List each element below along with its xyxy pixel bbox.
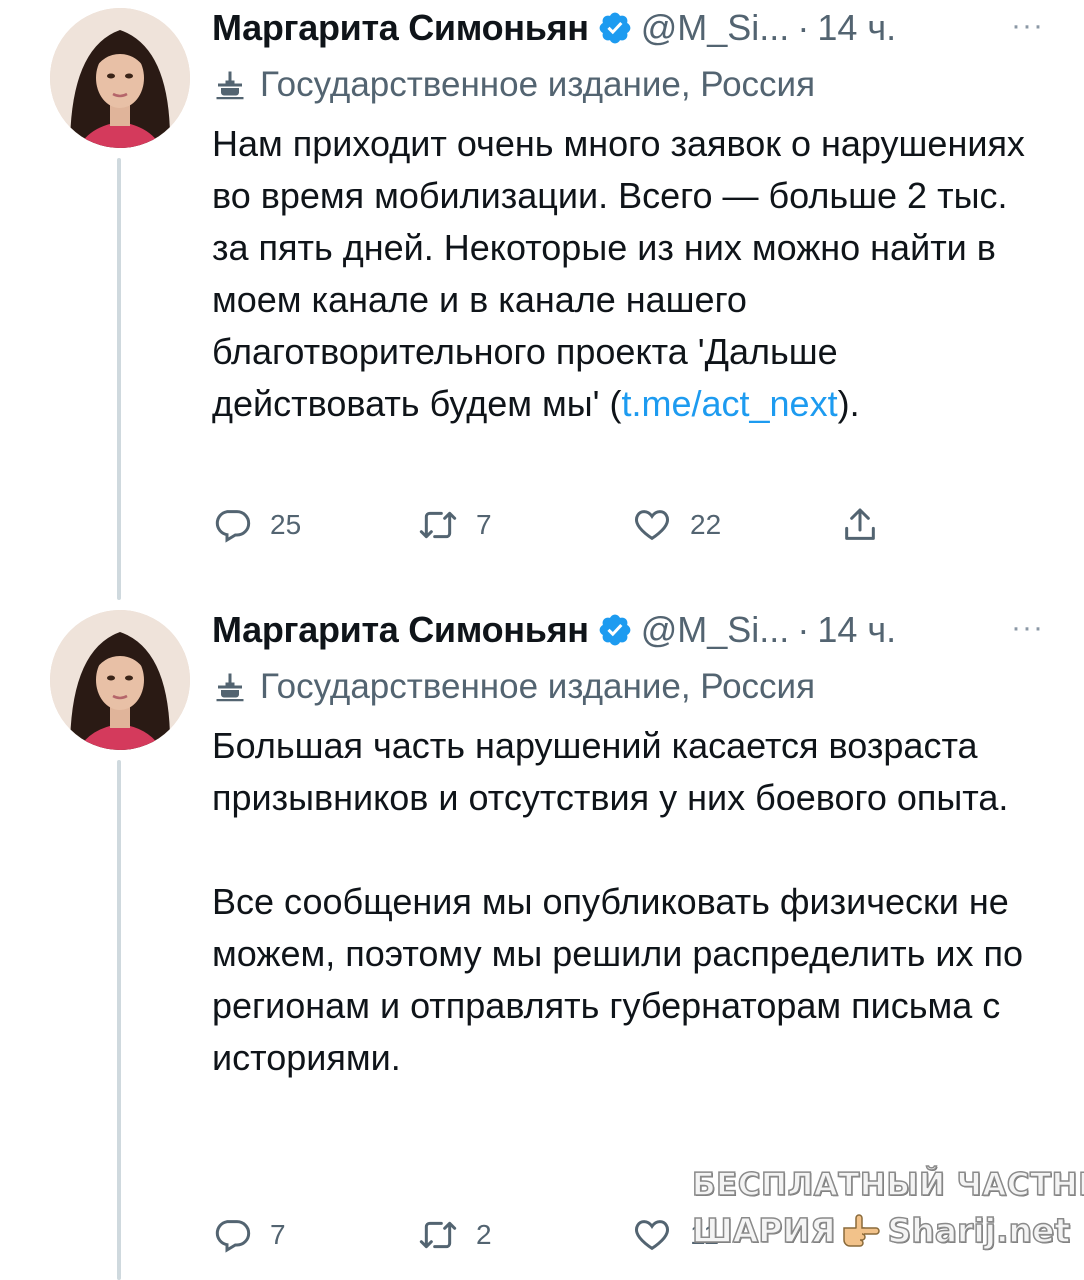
tweet-actions: 25 7 22 [212,500,892,550]
separator-dot: · [797,7,810,48]
author-handle[interactable]: @M_Si... [641,7,790,49]
tweet-header: Маргарита Симоньян @M_Si... · 14 ч. ··· [212,606,1044,654]
retweet-icon [419,511,457,539]
watermark-line-1: БЕСПЛАТНЫЙ ЧАСТНЫЙ [691,1167,1084,1203]
separator-dot: · [797,609,810,650]
author-name[interactable]: Маргарита Симоньян [212,7,589,49]
reply-button[interactable]: 7 [212,1210,286,1260]
retweet-icon [419,1221,457,1249]
thread-line [117,760,121,1280]
tweet-paragraph: Большая часть нарушений касается возраст… [212,725,1009,818]
author-handle[interactable]: @M_Si... [641,609,790,651]
reply-button[interactable]: 25 [212,500,301,550]
government-building-icon [216,71,244,100]
tweet-link[interactable]: t.me/act_next [621,383,837,424]
watermark: БЕСПЛАТНЫЙ ЧАСТНЫЙ ШАРИЯ Sharij.net [691,1168,1084,1260]
share-icon [845,508,875,540]
heart-icon [635,1220,669,1251]
thread-line [117,158,121,600]
state-media-label-text: Государственное издание, Россия [260,667,816,706]
tweet-text-main: Нам приходит очень много заявок о наруше… [212,123,1025,424]
reply-icon [215,1220,251,1253]
more-options-icon[interactable]: ··· [1011,11,1044,41]
watermark-site: Sharij.net [887,1210,1071,1250]
avatar[interactable] [50,8,190,148]
reply-count: 7 [270,1219,286,1250]
tweet[interactable]: Маргарита Симоньян @M_Si... · 14 ч. ··· … [0,0,1084,600]
tweet-timestamp[interactable]: 14 ч. [817,7,896,49]
reply-count: 25 [270,509,302,540]
retweet-button[interactable]: 2 [418,1210,492,1260]
pointing-hand-icon [842,1214,880,1247]
state-media-label-text: Государственное издание, Россия [260,65,816,104]
state-media-label[interactable]: Государственное издание, Россия [212,664,815,710]
tweet-text-tail: ). [837,383,860,424]
watermark-name: ШАРИЯ [691,1210,836,1250]
tweet-timestamp[interactable]: 14 ч. [817,609,896,651]
avatar[interactable] [50,610,190,750]
more-options-icon[interactable]: ··· [1011,613,1044,643]
heart-icon [635,510,669,541]
retweet-count: 2 [476,1219,492,1250]
like-count: 22 [690,509,722,540]
tweet-text: Большая часть нарушений касается возраст… [212,720,1052,1084]
verified-badge-icon [599,12,631,44]
share-button[interactable] [840,500,880,550]
tweet-text: Нам приходит очень много заявок о наруше… [212,118,1052,430]
reply-icon [215,510,251,543]
tweet-paragraph: Все сообщения мы опубликовать физически … [212,881,1023,1078]
retweet-button[interactable]: 7 [418,500,492,550]
author-name[interactable]: Маргарита Симоньян [212,609,589,651]
state-media-label[interactable]: Государственное издание, Россия [212,62,815,108]
government-building-icon [216,673,244,702]
watermark-line-2: ШАРИЯ Sharij.net [691,1210,1071,1250]
tweet-header: Маргарита Симоньян @M_Si... · 14 ч. ··· [212,4,1044,52]
like-button[interactable]: 22 [632,500,721,550]
retweet-count: 7 [476,509,492,540]
verified-badge-icon [599,614,631,646]
